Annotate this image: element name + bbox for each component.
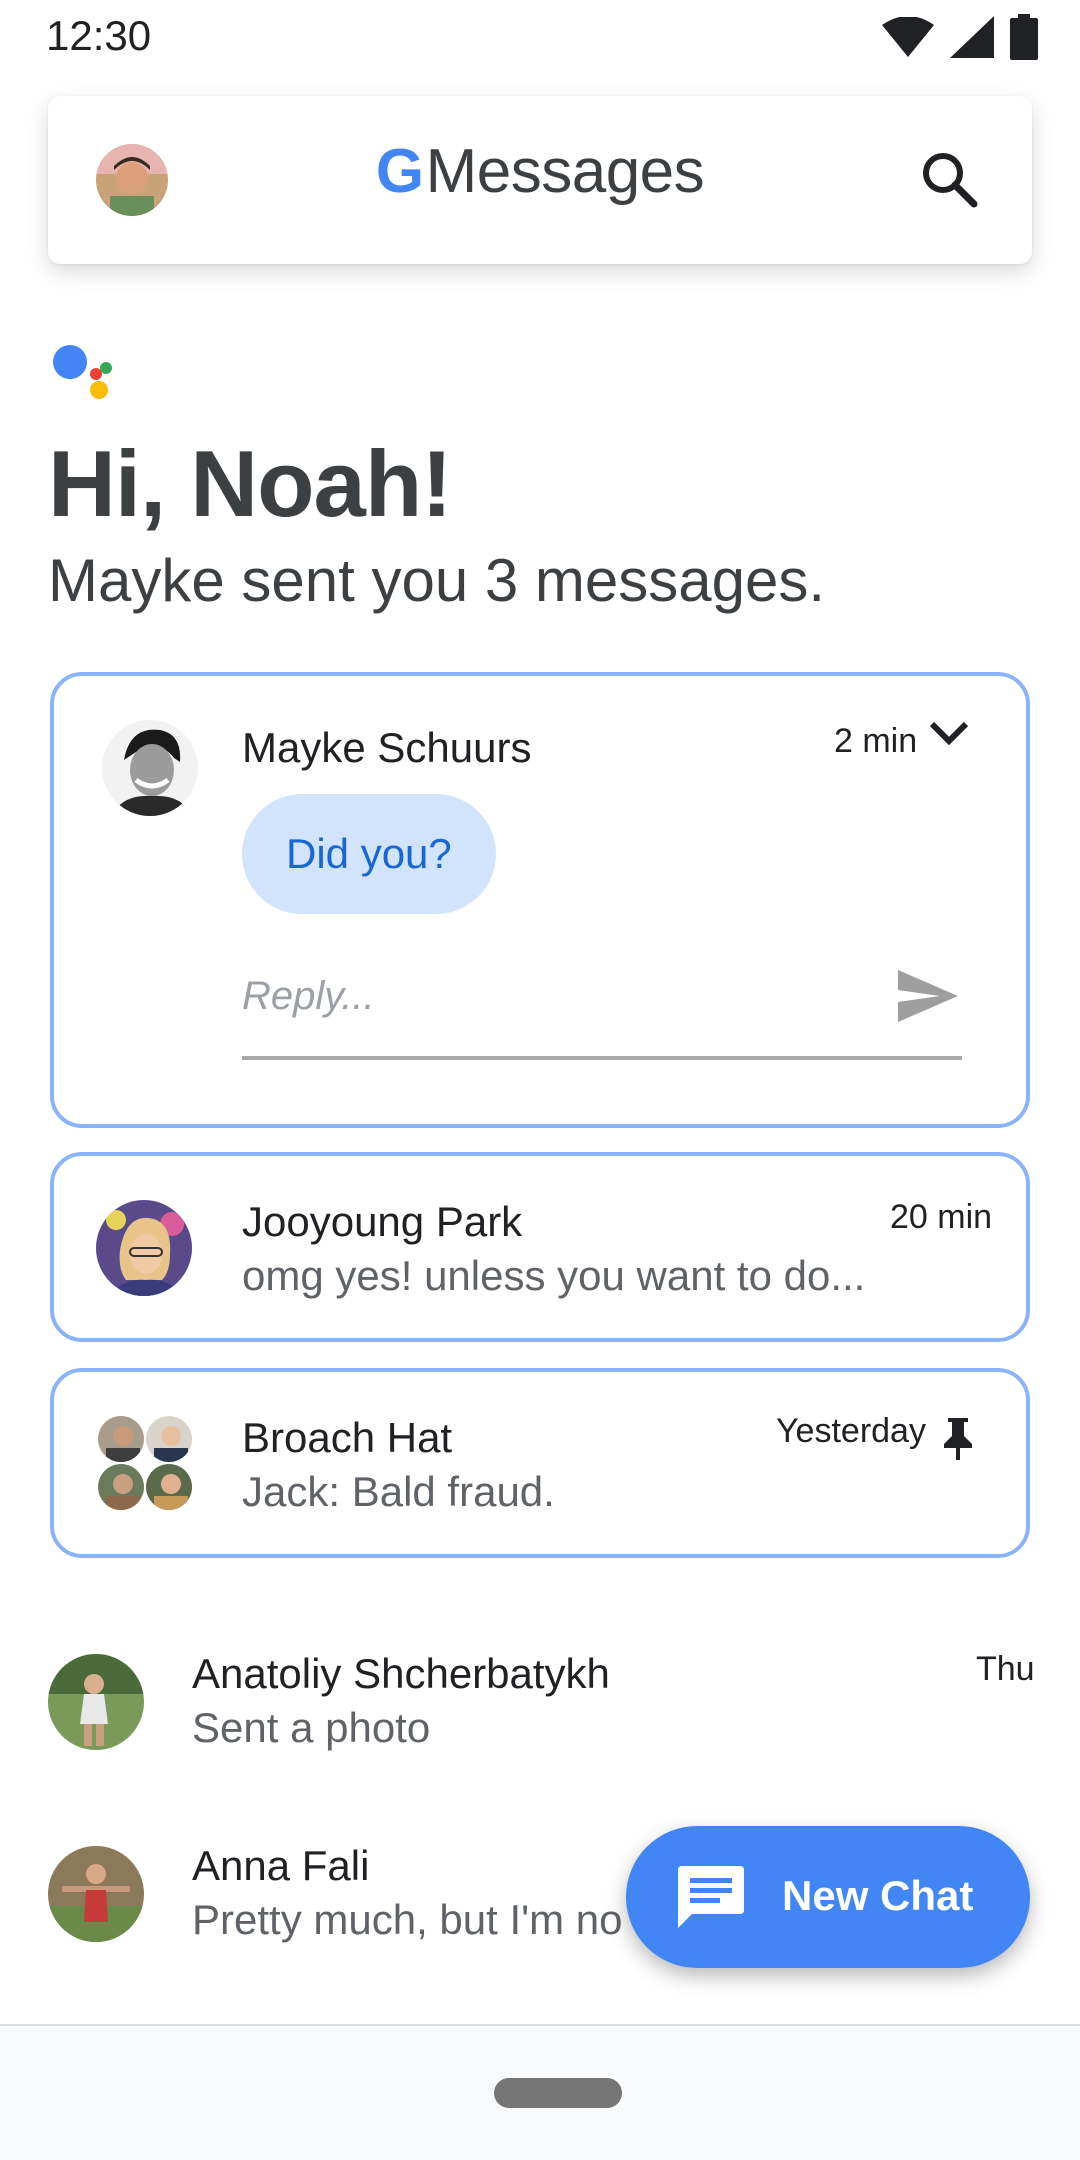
chevron-down-icon — [929, 721, 969, 746]
contact-name: Anatoliy Shcherbatykh — [192, 1650, 610, 1697]
greeting-title: Hi, Noah! — [48, 431, 453, 536]
status-icons — [882, 14, 1038, 60]
google-assistant-icon — [52, 342, 122, 402]
contact-name: Jooyoung Park — [242, 1198, 523, 1245]
send-button[interactable] — [896, 968, 960, 1024]
reply-input[interactable] — [242, 966, 962, 1026]
reply-underline — [242, 1056, 962, 1060]
avatar — [144, 1462, 194, 1512]
conversation-card-expanded[interactable]: Mayke Schuurs 2 min Did you? — [50, 672, 1030, 1128]
app-title-text: Messages — [425, 137, 705, 206]
new-chat-label: New Chat — [782, 1872, 974, 1919]
avatar — [96, 1414, 146, 1464]
group-avatar — [96, 1414, 196, 1514]
app-bar: GMessages — [48, 96, 1032, 264]
avatar — [102, 720, 198, 816]
conversation-card[interactable]: Jooyoung Park 20 min omg yes! unless you… — [50, 1152, 1030, 1342]
contact-name: Anna Fali — [192, 1842, 370, 1889]
status-time: 12:30 — [46, 12, 152, 59]
conversation-card[interactable]: Broach Hat Yesterday Jack: Bald fraud. — [50, 1368, 1030, 1558]
avatar — [48, 1654, 144, 1750]
battery-icon — [1010, 14, 1038, 60]
message-time: 20 min — [890, 1198, 993, 1236]
message-time: Thu — [976, 1650, 1035, 1688]
message-preview: Pretty much, but I'm no — [192, 1896, 623, 1943]
status-bar: 12:30 — [0, 0, 1080, 72]
greeting-subtitle: Mayke sent you 3 messages. — [48, 547, 826, 614]
collapse-button[interactable] — [928, 718, 970, 748]
chat-icon — [678, 1866, 744, 1928]
list-item[interactable]: Anatoliy Shcherbatykh Thu Sent a photo — [0, 1650, 1080, 1820]
app-title: GMessages — [48, 136, 1032, 207]
message-preview: Sent a photo — [192, 1704, 431, 1751]
avatar — [96, 1462, 146, 1512]
new-chat-button[interactable]: New Chat — [626, 1826, 1030, 1968]
home-gesture-pill[interactable] — [494, 2078, 622, 2108]
search-icon — [923, 153, 978, 208]
message-time: 2 min — [834, 722, 918, 760]
avatar — [144, 1414, 194, 1464]
message-bubble: Did you? — [242, 794, 496, 914]
cellular-signal-icon — [950, 16, 994, 58]
message-preview: Jack: Bald fraud. — [242, 1468, 555, 1515]
google-logo-letter: G — [375, 137, 424, 206]
contact-name: Mayke Schuurs — [242, 724, 532, 771]
send-icon — [898, 970, 958, 1022]
avatar — [96, 1200, 192, 1296]
contact-name: Broach Hat — [242, 1414, 453, 1461]
message-preview: omg yes! unless you want to do... — [242, 1252, 866, 1299]
navigation-bar — [0, 2024, 1080, 2160]
avatar — [48, 1846, 144, 1942]
message-time: Yesterday — [776, 1412, 926, 1450]
pin-icon — [942, 1416, 974, 1460]
wifi-icon — [882, 17, 934, 57]
search-button[interactable] — [918, 148, 982, 212]
